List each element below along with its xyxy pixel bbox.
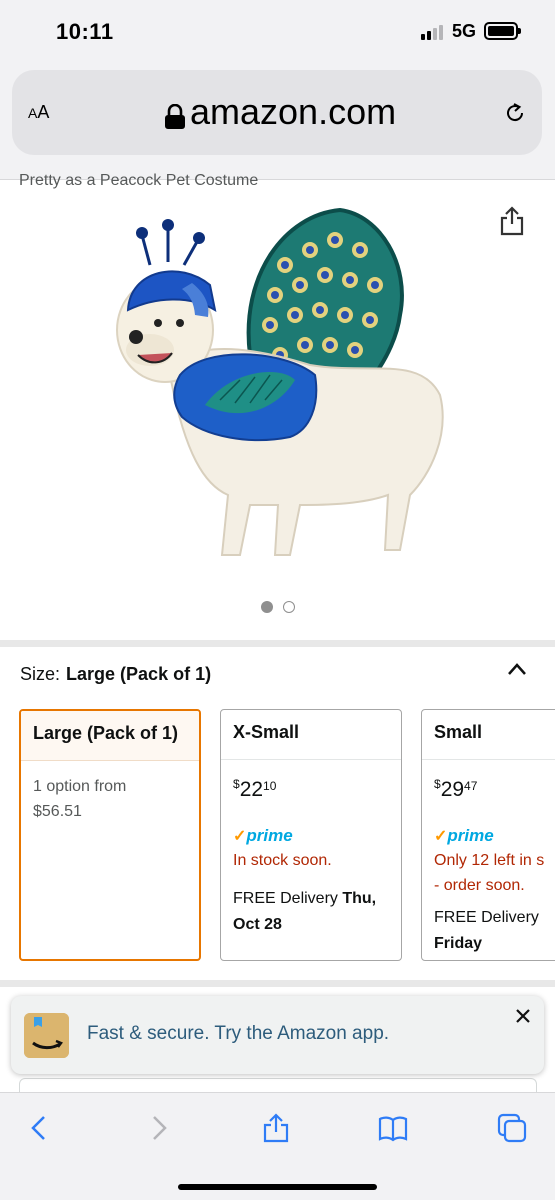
tabs-icon[interactable]: [497, 1113, 527, 1143]
status-time: 10:11: [56, 19, 114, 44]
size-option-small[interactable]: Small $2947 ✓prime Only 12 left in s- or…: [421, 709, 555, 961]
reload-icon[interactable]: [502, 100, 528, 126]
chevron-up-icon[interactable]: [507, 662, 527, 676]
signal-icon: [421, 24, 445, 40]
size-option-name: X-Small: [221, 710, 401, 760]
size-selector-header[interactable]: Size: Large (Pack of 1): [20, 664, 211, 685]
carousel-dot-1[interactable]: [260, 601, 273, 613]
size-label: Size:: [20, 664, 61, 684]
option-from-price: $56.51: [33, 802, 82, 820]
app-download-banner[interactable]: Fast & secure. Try the Amazon app.: [11, 996, 544, 1074]
image-carousel-dots: [0, 600, 555, 618]
section-divider: [0, 640, 555, 647]
status-bar: 10:11 5G: [0, 0, 555, 62]
product-image[interactable]: [110, 205, 450, 575]
back-icon[interactable]: [24, 1113, 54, 1143]
option-price: $2947: [434, 777, 478, 801]
delivery-info: FREE Delivery Friday: [434, 908, 539, 952]
size-option-large[interactable]: Large (Pack of 1) 1 option from $56.51: [19, 709, 201, 961]
forward-icon[interactable]: [144, 1113, 174, 1143]
prime-badge: ✓prime: [233, 825, 293, 845]
bookmarks-icon[interactable]: [378, 1113, 408, 1143]
home-indicator[interactable]: [178, 1184, 377, 1190]
amazon-app-icon[interactable]: [24, 1013, 69, 1058]
option-price: $2210: [233, 777, 277, 801]
size-option-name: Large (Pack of 1): [21, 711, 199, 761]
app-banner-text[interactable]: Fast & secure. Try the Amazon app.: [87, 1023, 389, 1045]
close-icon[interactable]: [515, 1008, 531, 1024]
browser-address-area: AA amazon.com: [0, 62, 555, 180]
carousel-dot-2[interactable]: [282, 601, 295, 613]
lock-icon: [165, 104, 185, 129]
address-bar[interactable]: AA amazon.com: [12, 70, 542, 155]
section-divider: [0, 980, 555, 987]
battery-icon: [484, 22, 521, 40]
prime-badge: ✓prime: [434, 825, 494, 845]
product-title[interactable]: Pretty as a Peacock Pet Costume: [19, 172, 258, 190]
stock-status: Only 12 left in s- order soon.: [434, 852, 545, 895]
network-label: 5G: [452, 21, 477, 41]
share-icon[interactable]: [261, 1113, 291, 1143]
option-count-text: 1 option from: [33, 778, 127, 795]
share-icon[interactable]: [500, 206, 524, 236]
size-selected-value: Large (Pack of 1): [66, 664, 212, 684]
size-option-x-small[interactable]: X-Small $2210 ✓prime In stock soon. FREE…: [220, 709, 402, 961]
stock-status: In stock soon.: [233, 852, 332, 870]
size-option-name: Small: [422, 710, 555, 760]
url-text[interactable]: amazon.com: [190, 91, 396, 133]
delivery-info: FREE Delivery Thu, Oct 28: [233, 890, 377, 933]
text-size-button[interactable]: AA: [28, 102, 49, 123]
